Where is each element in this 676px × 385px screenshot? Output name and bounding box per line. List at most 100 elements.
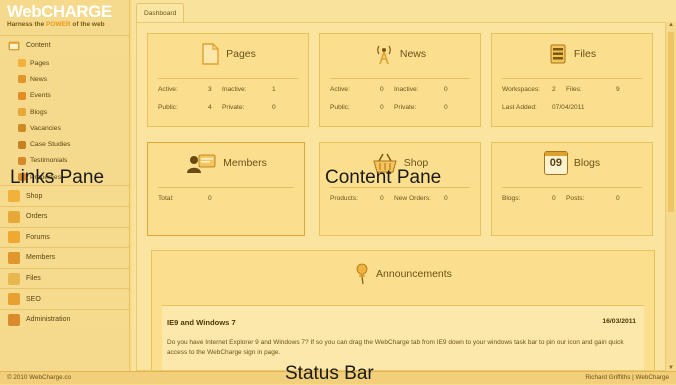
sidebar-section-seo[interactable]: SEO [0, 288, 129, 309]
scroll-thumb[interactable] [668, 32, 674, 212]
sidebar-section-files[interactable]: Files [0, 267, 129, 289]
stat-label: Total: [158, 195, 174, 202]
sidebar-section-content[interactable]: Content [0, 35, 129, 55]
stat-value: 2 [552, 86, 556, 93]
sidebar-section-label: Shop [26, 192, 43, 200]
stat-value: 3 [208, 86, 212, 93]
announcement-item: IE9 and Windows 7 16/03/2011 Do you have… [162, 305, 644, 370]
stat-label: Active: [158, 86, 178, 93]
members-card[interactable]: Members Total: 0 [147, 142, 305, 236]
stat-value: 07/04/2011 [552, 104, 585, 111]
sidebar-item-pages[interactable]: Pages [0, 55, 129, 71]
status-bar-label: Status Bar [285, 363, 374, 384]
members-card-title: Members [223, 157, 267, 169]
clock-icon [18, 91, 26, 100]
tagline-post: of the web [70, 21, 105, 28]
stat-value: 0 [552, 195, 556, 202]
page-icon [18, 59, 26, 68]
sidebar-section-label: Forums [26, 233, 50, 241]
stat-label: Workspaces: [502, 86, 540, 93]
sidebar-item-vacancies[interactable]: Vacancies [0, 120, 129, 136]
news-card[interactable]: News Active: 0 Inactive: 0 Public: 0 Pri… [319, 33, 481, 127]
announcement-body: Do you have Internet Explorer 9 and Wind… [167, 339, 624, 356]
sidebar-item-events[interactable]: Events [0, 88, 129, 104]
stat-label: Inactive: [222, 86, 247, 93]
sidebar-section-label: Files [26, 275, 41, 283]
stat-label: New Orders: [394, 195, 432, 202]
sidebar-section-members[interactable]: Members [0, 247, 129, 268]
sidebar-item-label: Case Studies [30, 141, 71, 149]
blog-icon [18, 108, 26, 117]
page-icon [202, 43, 219, 65]
stat-value: 0 [380, 86, 384, 93]
links-pane-label: Links Pane [10, 167, 105, 188]
pages-card[interactable]: Pages Active: 3 Inactive: 1 Public: 4 Pr… [147, 33, 309, 127]
shop-card[interactable]: Shop Products: 0 New Orders: 0 [319, 142, 481, 236]
content-icon [8, 40, 20, 52]
members-icon [187, 154, 216, 173]
logo-web: Web [7, 2, 42, 21]
seo-icon [8, 293, 20, 306]
pages-card-title: Pages [226, 48, 256, 60]
shop-icon [8, 190, 20, 203]
content-pane-label: Content Pane [325, 167, 442, 188]
sidebar-item-label: Pages [30, 59, 50, 67]
sidebar-section-orders[interactable]: Orders [0, 205, 129, 227]
stat-value: 0 [444, 195, 448, 202]
tagline-power: POWER [46, 21, 71, 28]
sidebar-item-label: Blogs [30, 108, 48, 116]
stat-value: 0 [616, 195, 620, 202]
calendar-icon: 09 [543, 151, 568, 175]
announcements-title: Announcements [376, 268, 452, 280]
files-icon [8, 272, 20, 285]
stat-label: Private: [222, 104, 245, 111]
tab-dashboard-label: Dashboard [144, 9, 177, 17]
announcement-title: IE9 and Windows 7 [167, 318, 236, 327]
webcharge-logo[interactable]: WebCHARGE Harness the POWER of the web [0, 0, 129, 35]
person-icon [18, 124, 26, 133]
announcements-panel: Announcements IE9 and Windows 7 16/03/20… [151, 250, 655, 370]
stat-label: Private: [394, 104, 417, 111]
calendar-day: 09 [549, 157, 562, 169]
stat-label: Active: [330, 86, 350, 93]
stat-value: 9 [616, 86, 620, 93]
news-card-title: News [399, 48, 427, 60]
files-card-title: Files [573, 48, 597, 60]
logo-charge: CHARGE [41, 2, 112, 21]
sidebar-item-label: Vacancies [30, 124, 61, 132]
stat-label: Files: [566, 86, 582, 93]
sidebar-item-blogs[interactable]: Blogs [0, 104, 129, 120]
sidebar-section-label: Content [26, 42, 51, 49]
sidebar-section-forums[interactable]: Forums [0, 226, 129, 248]
sidebar-item-label: News [30, 75, 47, 83]
news-icon [18, 75, 26, 84]
stat-label: Products: [330, 195, 358, 202]
forums-icon [8, 231, 20, 244]
sidebar-section-label: Members [26, 254, 56, 262]
antenna-icon [377, 45, 391, 65]
sidebar-section-administration[interactable]: Administration [0, 308, 129, 330]
admin-icon [8, 313, 20, 326]
stat-value: 0 [444, 104, 448, 111]
tab-dashboard[interactable]: Dashboard [136, 3, 185, 22]
stat-value: 1 [272, 86, 276, 93]
stat-value: 4 [208, 104, 212, 111]
members-icon [8, 251, 20, 264]
stat-value: 0 [380, 104, 384, 111]
scroll-up-icon[interactable]: ▲ [666, 22, 676, 28]
stat-value: 0 [380, 195, 384, 202]
files-card[interactable]: Files Workspaces: 2 Files: 9 Last Added:… [491, 33, 653, 127]
sidebar-section-label: Administration [26, 316, 71, 324]
sidebar-item-label: Events [30, 92, 51, 100]
stat-label: Public: [330, 104, 350, 111]
sidebar-item-news[interactable]: News [0, 71, 129, 87]
user-info[interactable]: Richard Griffiths | WebCharge [585, 374, 669, 381]
dashboard-panel: Pages Active: 3 Inactive: 1 Public: 4 Pr… [136, 22, 666, 371]
sidebar-item-case-studies[interactable]: Case Studies [0, 136, 129, 152]
blogs-card[interactable]: 09 Blogs Blogs: 0 Posts: 0 [491, 142, 653, 236]
logo-tagline: Harness the POWER of the web [7, 21, 124, 28]
stat-label: Inactive: [394, 86, 419, 93]
tagline-pre: Harness the [7, 21, 47, 28]
content-scrollbar[interactable]: ▲ ▼ [666, 22, 676, 371]
announcement-date: 16/03/2011 [602, 318, 636, 325]
